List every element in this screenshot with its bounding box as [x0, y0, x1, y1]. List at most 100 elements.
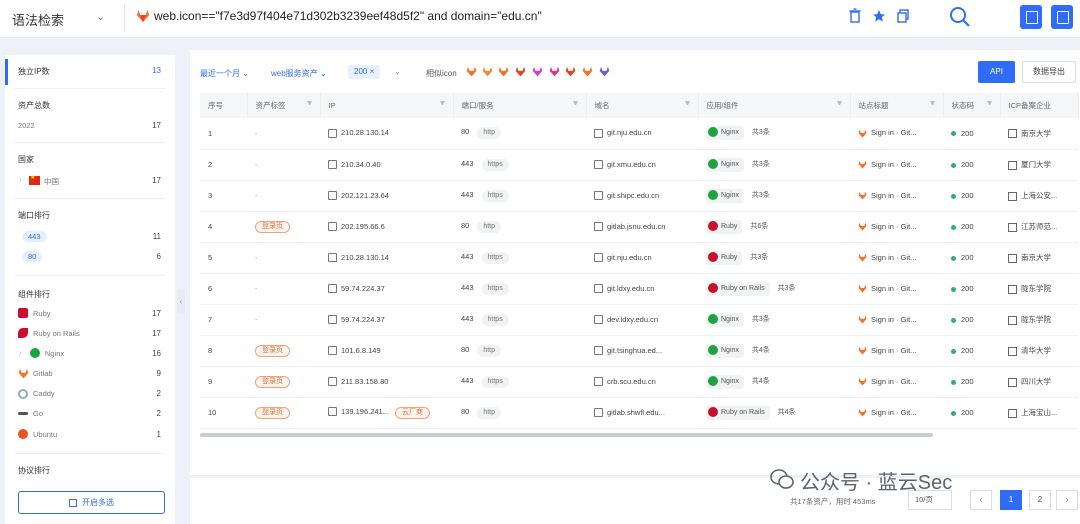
save-icon[interactable] — [1051, 5, 1073, 29]
login-page-tag[interactable]: 登录页 — [255, 344, 290, 357]
service-tag[interactable]: http — [477, 220, 502, 233]
external-link-icon[interactable] — [328, 160, 337, 170]
external-link-icon[interactable] — [594, 377, 603, 387]
port-value[interactable]: 443 — [461, 190, 474, 199]
table-row[interactable]: 7- 59.74.224.37 443 https dev.ldxy.edu.cn Ngi… — [200, 304, 1078, 336]
domain-link[interactable]: crb.scu.edu.cn — [607, 377, 656, 386]
login-page-tag[interactable]: 登录页 — [255, 220, 290, 233]
ip-link[interactable]: 210.28.130.14 — [341, 128, 389, 137]
external-link-icon[interactable] — [328, 222, 337, 232]
fox-icon[interactable] — [482, 66, 493, 77]
table-row[interactable]: 5- 210.28.130.14 443 https git.nju.edu.cn Rub… — [200, 242, 1078, 274]
table-row[interactable]: 8 登录页 101.6.8.149 80 http git.tsinghua.ed... N… — [200, 335, 1078, 367]
domain-link[interactable]: gitlab.shwfl.edu... — [607, 408, 665, 417]
table-row[interactable]: 4 登录页 202.195.66.6 80 http gitlab.jsnu.edu.cn… — [200, 211, 1078, 243]
icp-company[interactable]: 陇东学院 — [1021, 315, 1051, 324]
component-tag[interactable]: Nginx — [706, 312, 744, 327]
component-more-link[interactable]: 共4条 — [752, 378, 770, 385]
port-value[interactable]: 443 — [461, 376, 474, 385]
external-link-icon[interactable] — [594, 129, 603, 138]
year-label[interactable]: 2022 — [18, 121, 35, 130]
ip-link[interactable]: 211.83.158.80 — [341, 377, 388, 386]
component-label[interactable]: Ruby — [33, 309, 51, 318]
copy-icon[interactable] — [896, 8, 910, 24]
table-row[interactable]: 6- 59.74.224.37 443 https git.ldxy.edu.cn Rub… — [200, 273, 1078, 305]
column-header[interactable]: 应用/组件 — [698, 93, 851, 118]
icp-company[interactable]: 四川大学 — [1021, 377, 1051, 386]
external-link-icon[interactable] — [328, 191, 337, 201]
component-more-link[interactable]: 共6条 — [750, 223, 768, 230]
component-more-link[interactable]: 共4条 — [778, 409, 796, 416]
chevron-right-icon[interactable]: › — [19, 175, 22, 184]
time-filter[interactable]: 最近一个月 ⌄ — [200, 68, 249, 79]
filter-icon[interactable] — [306, 101, 312, 107]
ip-link[interactable]: 139.196.241... — [341, 407, 389, 416]
component-tag[interactable]: Ruby on Rails — [706, 405, 770, 420]
filter-icon[interactable] — [439, 101, 445, 107]
search-input[interactable]: web.icon=="f7e3d97f404e71d302b3239eef48d… — [154, 9, 542, 23]
external-link-icon[interactable] — [594, 408, 603, 418]
domain-link[interactable]: git.nju.edu.cn — [607, 128, 652, 137]
external-link-icon[interactable] — [594, 253, 603, 263]
chevron-down-icon[interactable]: ⌄ — [96, 10, 105, 23]
service-tag[interactable]: https — [481, 375, 509, 388]
column-header[interactable]: 域名 — [586, 93, 699, 118]
export-button[interactable]: 数据导出 — [1022, 61, 1076, 83]
login-page-tag[interactable]: 登录页 — [255, 375, 290, 388]
icp-company[interactable]: 南京大学 — [1021, 129, 1051, 138]
filter-icon[interactable] — [572, 101, 578, 107]
external-link-icon[interactable] — [594, 284, 603, 294]
table-row[interactable]: 10 登录页 139.196.241... 云厂商 80 http gitlab.shwfl… — [200, 397, 1078, 429]
page-button[interactable]: 2 — [1029, 490, 1051, 510]
component-more-link[interactable]: 共3条 — [752, 192, 770, 199]
filter-icon[interactable] — [836, 101, 842, 107]
search-mode-select[interactable]: 语法检索 — [12, 10, 64, 29]
port-value[interactable]: 80 — [461, 221, 469, 230]
column-header[interactable]: 状态码 — [943, 93, 1001, 118]
fox-icon[interactable] — [532, 66, 543, 77]
service-tag[interactable]: https — [481, 313, 509, 326]
filter-icon[interactable] — [986, 101, 992, 107]
component-more-link[interactable]: 共3条 — [750, 254, 768, 261]
fox-icon[interactable] — [466, 66, 477, 77]
external-link-icon[interactable] — [328, 253, 337, 263]
fox-icon[interactable] — [549, 66, 560, 77]
icp-company[interactable]: 江苏师范... — [1021, 222, 1057, 231]
api-button[interactable]: API — [978, 61, 1015, 83]
external-link-icon[interactable] — [328, 284, 337, 294]
port-value[interactable]: 443 — [461, 283, 474, 292]
next-page-button[interactable]: › — [1056, 490, 1078, 510]
component-label[interactable]: Caddy — [33, 389, 55, 398]
search-icon[interactable] — [947, 4, 973, 30]
table-row[interactable]: 2- 210.34.0.40 443 https git.xmu.edu.cn Nginx… — [200, 149, 1078, 181]
component-label[interactable]: Go — [33, 409, 43, 418]
table-row[interactable]: 3- 202.121.23.64 443 https git.shipc.edu.cn N… — [200, 180, 1078, 212]
component-tag[interactable]: Nginx — [706, 188, 744, 203]
icp-company[interactable]: 上海宝山... — [1021, 408, 1057, 417]
service-tag[interactable]: https — [481, 158, 509, 171]
fox-icon[interactable] — [565, 66, 576, 77]
external-link-icon[interactable] — [594, 346, 603, 356]
icp-company[interactable]: 南京大学 — [1021, 253, 1051, 262]
component-tag[interactable]: Ruby on Rails — [706, 281, 770, 296]
domain-link[interactable]: git.tsinghua.ed... — [607, 346, 662, 355]
column-header[interactable]: 端口/服务 — [453, 93, 587, 118]
cloud-vendor-tag[interactable]: 云厂商 — [394, 406, 430, 419]
service-tag[interactable]: http — [477, 344, 502, 357]
domain-link[interactable]: dev.ldxy.edu.cn — [607, 315, 658, 324]
domain-link[interactable]: git.xmu.edu.cn — [607, 160, 656, 169]
port-value[interactable]: 80 — [461, 127, 469, 136]
component-more-link[interactable]: 共3条 — [752, 316, 770, 323]
component-more-link[interactable]: 共4条 — [752, 347, 770, 354]
filter-icon[interactable] — [684, 101, 690, 107]
ip-link[interactable]: 210.28.130.14 — [341, 253, 389, 262]
ip-link[interactable]: 59.74.224.37 — [341, 284, 385, 293]
delete-icon[interactable] — [848, 8, 862, 24]
icp-company[interactable]: 厦门大学 — [1021, 160, 1051, 169]
domain-link[interactable]: git.shipc.edu.cn — [607, 191, 659, 200]
domain-link[interactable]: git.nju.edu.cn — [607, 253, 652, 262]
component-tag[interactable]: Nginx — [706, 374, 744, 389]
domain-link[interactable]: git.ldxy.edu.cn — [607, 284, 654, 293]
port-value[interactable]: 80 — [461, 407, 469, 416]
status-filter-chip[interactable]: 200 × — [348, 65, 381, 79]
